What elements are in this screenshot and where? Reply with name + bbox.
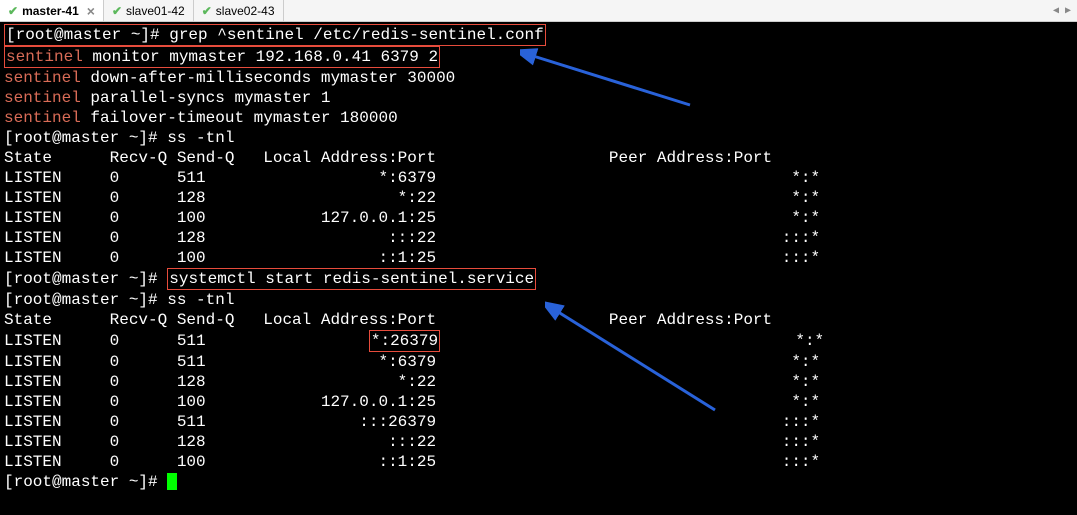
tab-slave01[interactable]: ✔ slave01-42 — [104, 0, 194, 21]
right-arrow-icon[interactable]: ▶ — [1065, 5, 1071, 17]
left-arrow-icon[interactable]: ◀ — [1053, 5, 1059, 17]
tab-label: slave01-42 — [126, 4, 185, 18]
tab-bar: ✔ master-41 × ✔ slave01-42 ✔ slave02-43 … — [0, 0, 1077, 22]
check-icon: ✔ — [8, 4, 18, 18]
terminal[interactable]: [root@master ~]# grep ^sentinel /etc/red… — [0, 22, 1077, 515]
tab-slave02[interactable]: ✔ slave02-43 — [194, 0, 284, 21]
tab-master[interactable]: ✔ master-41 × — [0, 0, 104, 21]
check-icon: ✔ — [112, 4, 122, 18]
close-icon[interactable]: × — [87, 3, 95, 19]
tab-label: slave02-43 — [216, 4, 275, 18]
check-icon: ✔ — [202, 4, 212, 18]
toolbar-right: ◀ ▶ — [1047, 0, 1077, 21]
tab-label: master-41 — [22, 4, 79, 18]
